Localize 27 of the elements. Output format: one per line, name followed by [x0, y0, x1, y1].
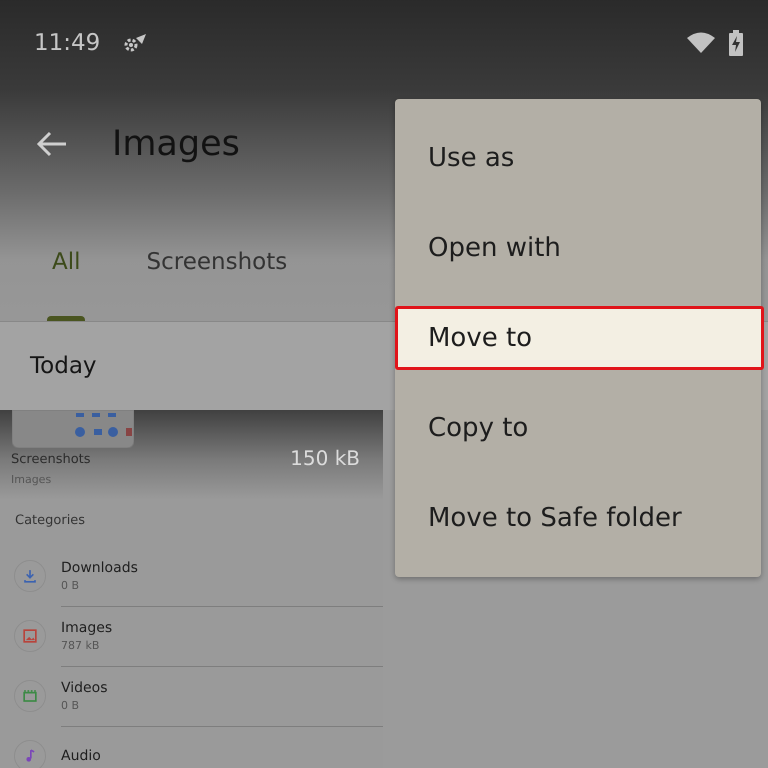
categories-heading: Categories	[14, 512, 86, 530]
tab[interactable]: All	[30, 203, 103, 321]
category-name[interactable]: Videos	[61, 680, 383, 696]
wifi-icon	[686, 30, 716, 54]
settings-icon	[122, 32, 148, 54]
category-size: 0 B	[61, 578, 80, 592]
category-size: 0 B	[61, 698, 80, 712]
downloads-category-icon[interactable]	[14, 560, 46, 592]
category-size: 787 kB	[61, 638, 100, 652]
back-icon[interactable]	[36, 130, 68, 158]
category-name[interactable]: Images	[61, 620, 383, 636]
menu-item[interactable]: Move to	[395, 306, 764, 370]
menu-item[interactable]: Open with	[395, 216, 764, 280]
category-name[interactable]: Audio	[61, 748, 383, 764]
folder-size: 150 kB	[290, 446, 360, 470]
folder-subtitle: Images	[11, 473, 52, 486]
status-time: 11:49	[34, 30, 100, 56]
images-category-icon[interactable]	[14, 620, 46, 652]
tab[interactable]: Screenshots	[124, 203, 310, 321]
category-name[interactable]: Downloads	[61, 560, 383, 576]
folder-name: Screenshots	[11, 452, 91, 467]
videos-category-icon[interactable]	[14, 680, 46, 712]
audio-category-icon[interactable]	[14, 740, 46, 768]
battery-icon	[728, 30, 744, 56]
screen-title: Images	[112, 124, 240, 164]
menu-item[interactable]: Move to Safe folder	[395, 486, 764, 550]
menu-item[interactable]: Use as	[395, 126, 764, 190]
